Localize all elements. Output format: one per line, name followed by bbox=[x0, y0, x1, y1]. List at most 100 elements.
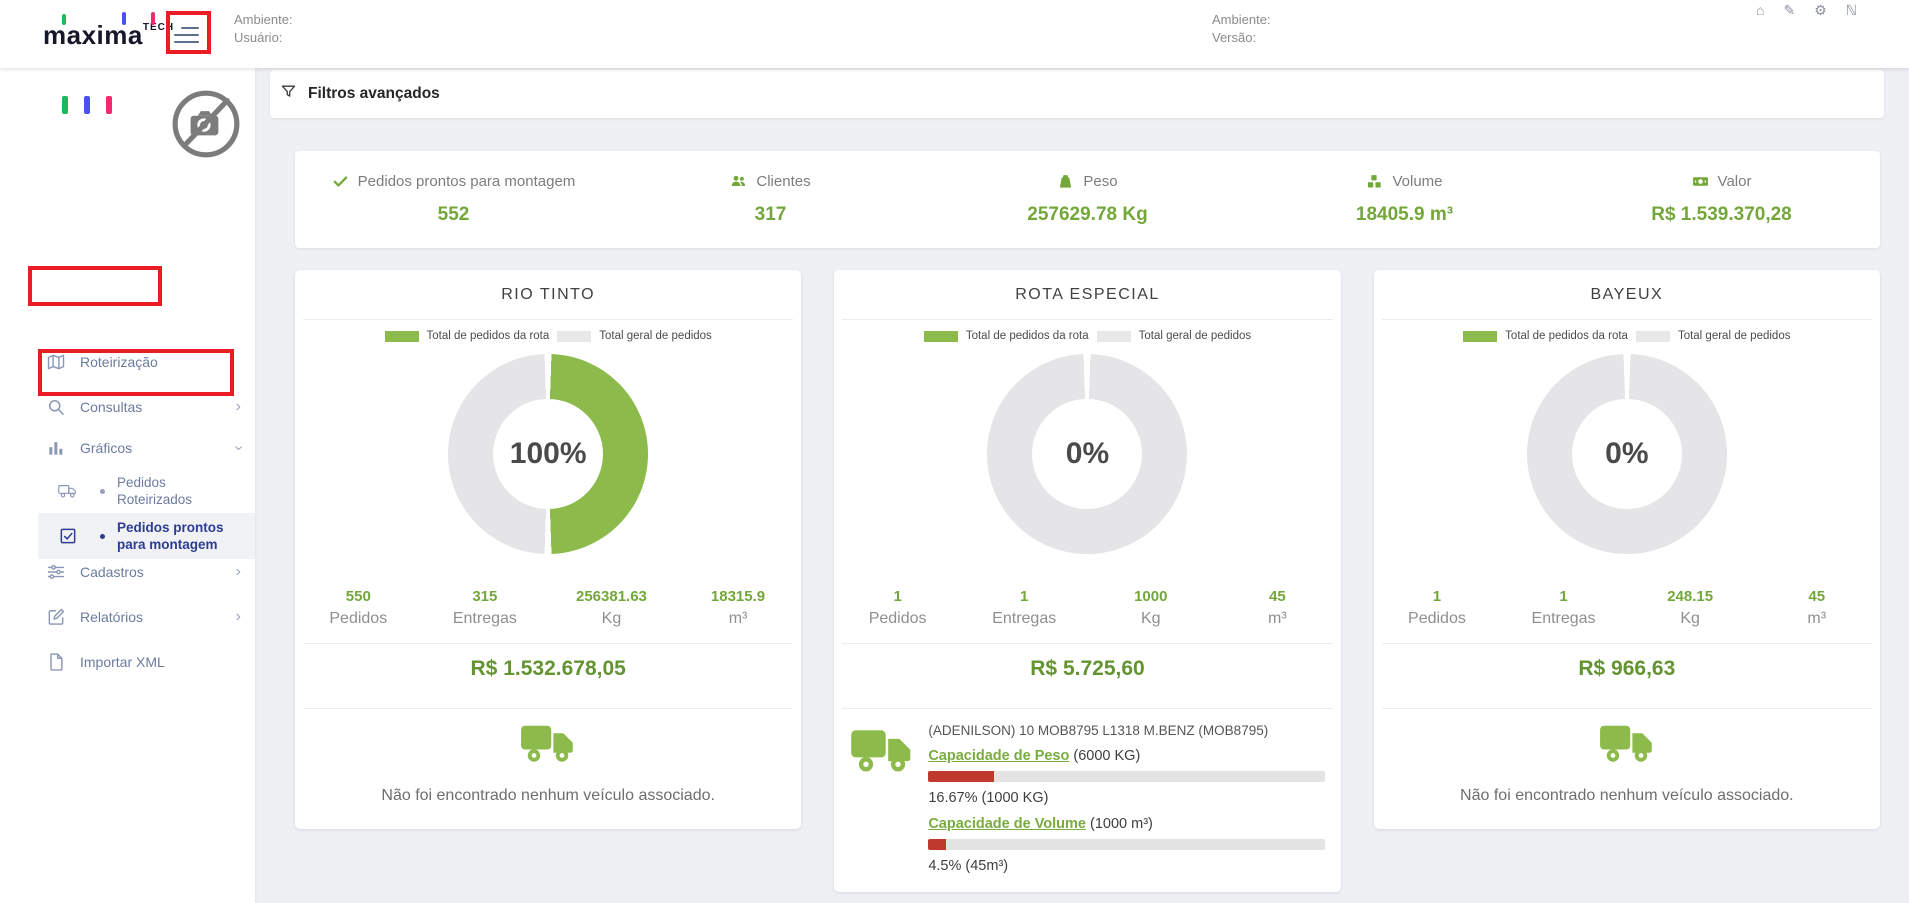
summary-value: R$ 1.539.370,28 bbox=[1563, 204, 1880, 226]
money-icon bbox=[1692, 173, 1709, 190]
stat-label: Pedidos bbox=[295, 610, 422, 628]
file-icon bbox=[46, 652, 66, 672]
nav-item-roteirizacao[interactable]: Roteirização bbox=[0, 344, 255, 380]
logo-suffix: tech bbox=[143, 22, 174, 33]
nav-label: Consultas bbox=[80, 399, 142, 415]
legend-swatch-route bbox=[1463, 331, 1497, 342]
advanced-filters-bar[interactable]: Filtros avançados bbox=[270, 70, 1884, 118]
donut-percent-label: 100% bbox=[448, 354, 648, 554]
notifications-icon[interactable]: ℕ bbox=[1846, 2, 1857, 19]
stat-label: Entregas bbox=[961, 610, 1088, 628]
summary-label: Peso bbox=[1083, 173, 1117, 190]
nav-item-cadastros[interactable]: Cadastros › bbox=[0, 554, 255, 590]
home-icon[interactable]: ⌂ bbox=[1756, 2, 1764, 19]
weight-icon bbox=[1057, 173, 1074, 190]
donut-chart: 100% bbox=[448, 354, 648, 554]
summary-pedidos-prontos: Pedidos prontos para montagem 552 bbox=[295, 173, 612, 226]
nav-label: Pedidos Roteirizados bbox=[117, 474, 235, 508]
volume-progress-bar bbox=[928, 839, 1324, 850]
legend-swatch-route bbox=[385, 331, 419, 342]
nav-label: Cadastros bbox=[80, 564, 144, 580]
route-card-rota-especial: ROTA ESPECIAL Total de pedidos da rota T… bbox=[834, 270, 1340, 892]
legend-label-route: Total de pedidos da rota bbox=[1505, 330, 1628, 342]
legend-label-route: Total de pedidos da rota bbox=[427, 330, 550, 342]
clients-icon bbox=[730, 173, 747, 190]
legend-swatch-total bbox=[557, 331, 591, 342]
vehicle-section: (ADENILSON) 10 MOB8795 L1318 M.BENZ (MOB… bbox=[834, 709, 1340, 892]
nav-item-consultas[interactable]: Consultas › bbox=[0, 389, 255, 425]
versao-label: Versão: bbox=[1212, 29, 1271, 47]
stat-value: 315 bbox=[422, 588, 549, 605]
nav-item-pedidos-roteirizados[interactable]: Pedidos Roteirizados bbox=[0, 468, 255, 514]
edit-icon[interactable]: ✎ bbox=[1783, 2, 1795, 19]
menu-toggle-button[interactable] bbox=[173, 25, 199, 44]
nav-label: Roteirização bbox=[80, 354, 158, 370]
vehicle-info: (ADENILSON) 10 MOB8795 L1318 M.BENZ (MOB… bbox=[928, 723, 1324, 874]
no-vehicle-message: Não foi encontrado nenhum veículo associ… bbox=[1384, 787, 1870, 805]
nav-item-pedidos-prontos[interactable]: Pedidos prontos para montagem bbox=[38, 513, 255, 559]
donut-percent-label: 0% bbox=[987, 354, 1187, 554]
legend-label-total: Total geral de pedidos bbox=[1139, 330, 1252, 342]
summary-value: 317 bbox=[612, 204, 929, 226]
route-cards: RIO TINTO Total de pedidos da rota Total… bbox=[295, 270, 1880, 892]
settings-icon[interactable]: ⚙ bbox=[1814, 2, 1827, 19]
stat-value: 1 bbox=[961, 588, 1088, 605]
weight-progress-bar bbox=[928, 771, 1324, 782]
stat-value: 45 bbox=[1214, 588, 1341, 605]
volume-icon bbox=[1366, 173, 1383, 190]
header-icon-bar: ⌂ ✎ ⚙ ℕ bbox=[1756, 2, 1857, 19]
top-header: maximatech Ambiente: Usuário: Ambiente: … bbox=[0, 0, 1909, 68]
funnel-icon bbox=[280, 83, 297, 105]
stat-value: 256381.63 bbox=[548, 588, 675, 605]
report-edit-icon bbox=[46, 607, 66, 627]
stat-label: Kg bbox=[1087, 610, 1214, 628]
route-card-title: ROTA ESPECIAL bbox=[834, 286, 1340, 304]
check-icon bbox=[332, 173, 349, 190]
nav-item-importar-xml[interactable]: Importar XML bbox=[0, 644, 255, 680]
vehicle-name: (ADENILSON) 10 MOB8795 L1318 M.BENZ (MOB… bbox=[928, 723, 1324, 738]
summary-stats-bar: Pedidos prontos para montagem 552 Client… bbox=[295, 151, 1880, 248]
stat-value: 1 bbox=[834, 588, 961, 605]
donut-percent-label: 0% bbox=[1527, 354, 1727, 554]
chevron-right-icon: › bbox=[236, 609, 241, 625]
map-icon bbox=[46, 352, 66, 372]
stat-label: m³ bbox=[1214, 610, 1341, 628]
ambiente-label: Ambiente: bbox=[1212, 11, 1271, 29]
search-icon bbox=[46, 397, 66, 417]
route-stats: 1Pedidos 1Entregas 248.15Kg 45m³ bbox=[1374, 588, 1880, 628]
nav-item-graficos[interactable]: Gráficos › bbox=[0, 430, 255, 466]
bullet-icon bbox=[100, 489, 105, 494]
weight-progress-caption: 16.67% (1000 KG) bbox=[928, 790, 1324, 806]
app: maximatech Ambiente: Usuário: Ambiente: … bbox=[0, 0, 1909, 903]
stat-label: Entregas bbox=[1500, 610, 1627, 628]
route-stats: 550Pedidos 315Entregas 256381.63Kg 18315… bbox=[295, 588, 801, 628]
chevron-right-icon: › bbox=[236, 564, 241, 580]
legend-label-total: Total geral de pedidos bbox=[1678, 330, 1791, 342]
nav-label: Importar XML bbox=[80, 654, 165, 670]
summary-valor: Valor R$ 1.539.370,28 bbox=[1563, 173, 1880, 226]
no-vehicle-message: Não foi encontrado nenhum veículo associ… bbox=[305, 787, 791, 805]
stat-label: m³ bbox=[1753, 610, 1880, 628]
sliders-icon bbox=[46, 562, 66, 582]
stat-value: 1 bbox=[1374, 588, 1501, 605]
stat-label: Entregas bbox=[422, 610, 549, 628]
weight-progress-fill bbox=[928, 771, 994, 782]
nav-item-relatorios[interactable]: Relatórios › bbox=[0, 599, 255, 635]
stat-value: 45 bbox=[1753, 588, 1880, 605]
chevron-right-icon: › bbox=[236, 399, 241, 415]
vehicle-section: Não foi encontrado nenhum veículo associ… bbox=[295, 709, 801, 829]
checkbox-icon bbox=[58, 526, 78, 546]
logo-text: maxima bbox=[43, 20, 143, 50]
stat-label: m³ bbox=[675, 610, 802, 628]
route-card-title: RIO TINTO bbox=[295, 286, 801, 304]
stat-label: Kg bbox=[548, 610, 675, 628]
nav-label: Pedidos prontos para montagem bbox=[117, 519, 235, 553]
volume-capacity-value: (1000 m³) bbox=[1090, 816, 1153, 832]
vehicle-section: Não foi encontrado nenhum veículo associ… bbox=[1374, 709, 1880, 829]
route-total-value: R$ 5.725,60 bbox=[834, 644, 1340, 693]
summary-value: 552 bbox=[295, 204, 612, 226]
usuario-label: Usuário: bbox=[234, 29, 293, 47]
bar-chart-icon bbox=[46, 438, 66, 458]
legend-label-total: Total geral de pedidos bbox=[599, 330, 712, 342]
environment-version-labels: Ambiente: Versão: bbox=[1212, 11, 1271, 47]
